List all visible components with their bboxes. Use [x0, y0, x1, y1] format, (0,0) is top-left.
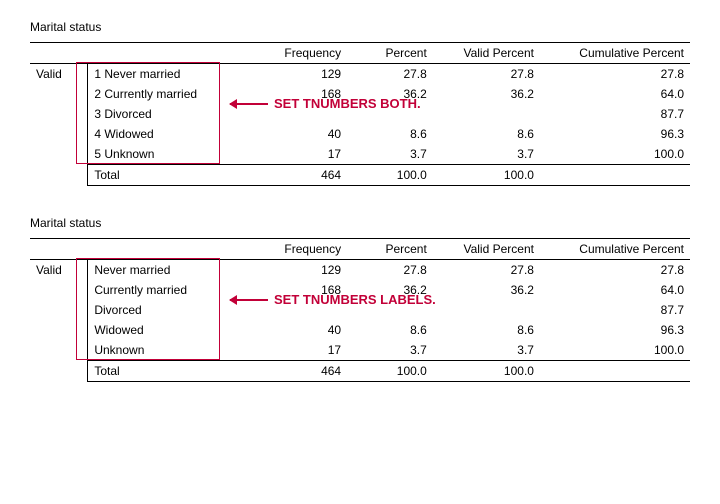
cell-vpct: 3.7 [433, 340, 540, 361]
frequency-table-both: Marital status Frequency Percent Valid P… [30, 20, 690, 186]
total-row: Total 464 100.0 100.0 [30, 165, 690, 186]
table-row: Unknown 17 3.7 3.7 100.0 [30, 340, 690, 361]
row-label: Never married [88, 260, 251, 281]
cell-pct: 27.8 [347, 260, 433, 281]
table-row: Currently married 168 36.2 36.2 64.0 [30, 280, 690, 300]
table-row: 4 Widowed 40 8.6 8.6 96.3 [30, 124, 690, 144]
cell-vpct: 36.2 [433, 84, 540, 104]
cell-vpct [433, 300, 540, 320]
cell-cpct: 87.7 [540, 104, 690, 124]
header-percent: Percent [347, 43, 433, 64]
total-freq: 464 [251, 165, 347, 186]
cell-cpct: 96.3 [540, 320, 690, 340]
table-title: Marital status [30, 216, 690, 230]
cell-cpct: 27.8 [540, 64, 690, 85]
table-row: 5 Unknown 17 3.7 3.7 100.0 [30, 144, 690, 165]
cell-freq [251, 300, 347, 320]
row-label: 2 Currently married [88, 84, 251, 104]
table-row: Valid 1 Never married 129 27.8 27.8 27.8 [30, 64, 690, 85]
cell-cpct: 64.0 [540, 280, 690, 300]
cell-cpct: 64.0 [540, 84, 690, 104]
cell-freq: 40 [251, 124, 347, 144]
table-row: Divorced 87.7 [30, 300, 690, 320]
cell-vpct: 27.8 [433, 260, 540, 281]
total-label: Total [88, 165, 251, 186]
cell-cpct: 96.3 [540, 124, 690, 144]
cell-pct: 36.2 [347, 84, 433, 104]
cell-pct [347, 104, 433, 124]
total-pct: 100.0 [347, 361, 433, 382]
row-label: 3 Divorced [88, 104, 251, 124]
table-row: Widowed 40 8.6 8.6 96.3 [30, 320, 690, 340]
cell-freq [251, 104, 347, 124]
cell-pct: 27.8 [347, 64, 433, 85]
total-freq: 464 [251, 361, 347, 382]
total-row: Total 464 100.0 100.0 [30, 361, 690, 382]
row-label: 4 Widowed [88, 124, 251, 144]
cell-vpct: 36.2 [433, 280, 540, 300]
total-label: Total [88, 361, 251, 382]
cell-pct: 8.6 [347, 124, 433, 144]
table: Frequency Percent Valid Percent Cumulati… [30, 238, 690, 382]
table-row: 2 Currently married 168 36.2 36.2 64.0 [30, 84, 690, 104]
total-cpct [540, 361, 690, 382]
header-cumulative-percent: Cumulative Percent [540, 239, 690, 260]
header-blank [30, 43, 88, 64]
valid-label: Valid [30, 64, 88, 186]
row-label: Unknown [88, 340, 251, 361]
row-label: Currently married [88, 280, 251, 300]
table-title: Marital status [30, 20, 690, 34]
header-blank [30, 239, 88, 260]
cell-cpct: 87.7 [540, 300, 690, 320]
frequency-table-labels: Marital status Frequency Percent Valid P… [30, 216, 690, 382]
row-label: 5 Unknown [88, 144, 251, 165]
table-row: Valid Never married 129 27.8 27.8 27.8 [30, 260, 690, 281]
cell-freq: 168 [251, 280, 347, 300]
cell-freq: 129 [251, 260, 347, 281]
cell-vpct: 8.6 [433, 320, 540, 340]
header-cumulative-percent: Cumulative Percent [540, 43, 690, 64]
header-blank [88, 43, 251, 64]
header-frequency: Frequency [251, 239, 347, 260]
total-vpct: 100.0 [433, 165, 540, 186]
table-header-row: Frequency Percent Valid Percent Cumulati… [30, 43, 690, 64]
cell-freq: 17 [251, 144, 347, 165]
cell-cpct: 27.8 [540, 260, 690, 281]
cell-vpct: 3.7 [433, 144, 540, 165]
cell-vpct [433, 104, 540, 124]
header-valid-percent: Valid Percent [433, 239, 540, 260]
cell-freq: 17 [251, 340, 347, 361]
cell-pct [347, 300, 433, 320]
table-row: 3 Divorced 87.7 [30, 104, 690, 124]
total-vpct: 100.0 [433, 361, 540, 382]
header-valid-percent: Valid Percent [433, 43, 540, 64]
header-percent: Percent [347, 239, 433, 260]
total-pct: 100.0 [347, 165, 433, 186]
table-header-row: Frequency Percent Valid Percent Cumulati… [30, 239, 690, 260]
cell-freq: 168 [251, 84, 347, 104]
valid-label: Valid [30, 260, 88, 382]
cell-pct: 3.7 [347, 340, 433, 361]
cell-vpct: 8.6 [433, 124, 540, 144]
row-label: Divorced [88, 300, 251, 320]
header-frequency: Frequency [251, 43, 347, 64]
cell-cpct: 100.0 [540, 144, 690, 165]
cell-pct: 3.7 [347, 144, 433, 165]
cell-cpct: 100.0 [540, 340, 690, 361]
cell-freq: 129 [251, 64, 347, 85]
header-blank [88, 239, 251, 260]
cell-freq: 40 [251, 320, 347, 340]
row-label: 1 Never married [88, 64, 251, 85]
total-cpct [540, 165, 690, 186]
cell-pct: 36.2 [347, 280, 433, 300]
row-label: Widowed [88, 320, 251, 340]
table: Frequency Percent Valid Percent Cumulati… [30, 42, 690, 186]
cell-pct: 8.6 [347, 320, 433, 340]
cell-vpct: 27.8 [433, 64, 540, 85]
